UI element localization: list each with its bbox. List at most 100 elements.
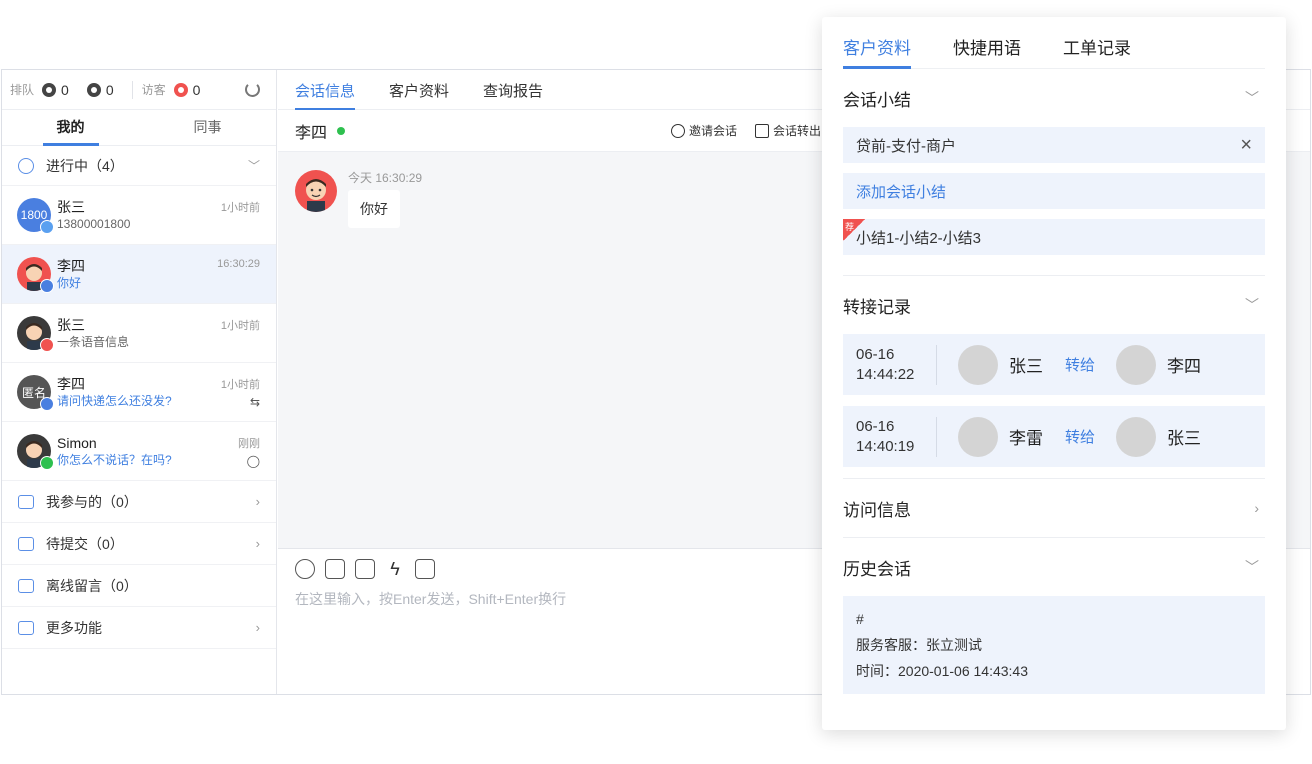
in-progress-header[interactable]: 进行中（4） ﹀ <box>2 146 276 186</box>
folder-icon[interactable] <box>355 559 375 579</box>
tab-panel-customer-profile[interactable]: 客户资料 <box>843 34 911 69</box>
conversation-item[interactable]: 匿名 李四 请问快递怎么还没发? 1小时前 ⇆ <box>2 363 276 422</box>
queue-call-count[interactable]: 0 <box>42 82 69 98</box>
online-status-icon <box>337 126 346 135</box>
transfer-timestamp: 06-16 14:40:19 <box>856 417 915 455</box>
menu-item-label: 待提交（0） <box>46 535 124 552</box>
tab-customer-profile[interactable]: 客户资料 <box>389 80 449 109</box>
transfer-to: 李四 <box>1167 357 1202 376</box>
avatar <box>958 344 998 385</box>
tab-mine[interactable]: 我的 <box>2 110 139 146</box>
history-card[interactable]: # 服务客服：张立测试 时间：2020-01-06 14:43:43 <box>843 596 1265 694</box>
message-body: 今天 16:30:29 你好 <box>348 170 422 228</box>
conversation-preview: 你怎么不说话？在吗? <box>57 453 172 467</box>
conversation-list: 1800 张三 13800001800 1小时前 李四 你好 16:30:29 张三 一条语音信… <box>2 186 276 481</box>
conversation-preview: 13800001800 <box>57 217 131 231</box>
conversation-tabs: 我的 同事 <box>2 110 276 146</box>
invite-session-button[interactable]: 邀请会话 <box>671 122 737 139</box>
conversation-info: Simon 你怎么不说话？在吗? <box>57 434 260 468</box>
menu-icon <box>18 494 34 509</box>
summary-header[interactable]: 会话小结 ﹀ <box>843 69 1265 127</box>
conversation-item[interactable]: Simon 你怎么不说话？在吗? 刚刚 ◯ <box>2 422 276 481</box>
divider <box>936 344 937 385</box>
avatar <box>1116 416 1157 457</box>
menu-item[interactable]: 我参与的（0） › <box>2 481 276 523</box>
emoji-icon[interactable] <box>295 559 315 579</box>
menu-item[interactable]: 待提交（0） › <box>2 523 276 565</box>
menu-icon <box>18 536 34 551</box>
history-title: 历史会话 <box>843 559 911 579</box>
channel-badge-icon <box>40 456 54 470</box>
menu-item-label: 更多功能 <box>46 619 102 636</box>
conversation-preview: 请问快递怎么还没发? <box>57 394 172 408</box>
summary-item-label: 贷前-支付-商户 <box>856 137 956 155</box>
avatar: 1800 <box>17 198 54 234</box>
menu-icon <box>18 620 34 635</box>
history-section: 历史会话 ﹀ # 服务客服：张立测试 时间：2020-01-06 14:43:4… <box>843 538 1265 694</box>
summary-title: 会话小结 <box>843 90 911 110</box>
visit-header[interactable]: 访问信息 › <box>843 479 1265 537</box>
tab-quick-phrases[interactable]: 快捷用语 <box>953 34 1021 68</box>
customer-profile-panel: 客户资料 快捷用语 工单记录 会话小结 ﹀ 贷前-支付-商户 × 添加会话小结 … <box>822 17 1286 730</box>
chevron-down-icon: ﹀ <box>1245 559 1259 575</box>
transfer-session-button[interactable]: 会话转出 <box>755 122 821 139</box>
contact-name: 李四 <box>295 124 328 142</box>
conversation-item[interactable]: 李四 你好 16:30:29 <box>2 245 276 304</box>
menu-icon <box>18 578 34 593</box>
tab-colleagues[interactable]: 同事 <box>139 110 276 145</box>
conversation-preview: 一条语音信息 <box>57 335 130 349</box>
menu-item[interactable]: 更多功能 › <box>2 607 276 649</box>
avatar: 匿名 <box>17 375 54 411</box>
recommended-summary-label: 小结1-小结2-小结3 <box>856 229 982 247</box>
visitor-count[interactable]: 0 <box>173 82 200 98</box>
chat-actions: 邀请会话 会话转出 <box>671 122 821 139</box>
message-bubble: 你好 <box>348 190 400 228</box>
channel-badge-icon <box>40 397 54 411</box>
transfer-to: 张三 <box>1167 429 1202 448</box>
chevron-down-icon: ﹀ <box>1245 297 1259 313</box>
conversation-preview: 你好 <box>57 276 82 290</box>
menu-item[interactable]: 离线留言（0） <box>2 565 276 607</box>
conversation-name: Simon <box>57 435 97 451</box>
transfer-header[interactable]: 转接记录 ﹀ <box>843 276 1265 334</box>
tab-ticket-records[interactable]: 工单记录 <box>1063 34 1131 68</box>
conversation-time: 16:30:29 <box>217 258 260 270</box>
lightning-icon[interactable]: ϟ <box>385 559 405 579</box>
phone-icon <box>42 82 57 97</box>
chevron-right-icon: › <box>1254 500 1259 516</box>
summary-section: 会话小结 ﹀ 贷前-支付-商户 × 添加会话小结 荐 小结1-小结2-小结3 <box>843 69 1265 276</box>
chevron-right-icon: › <box>255 494 260 509</box>
recommended-summary[interactable]: 荐 小结1-小结2-小结3 <box>843 219 1265 255</box>
transfer-record: 06-16 14:44:22 张三 转给 李四 <box>843 334 1265 395</box>
transfer-from: 李雷 <box>1009 429 1043 448</box>
arrow-circle-icon <box>671 123 685 138</box>
chat-icon <box>18 157 34 174</box>
transfer-from: 张三 <box>1009 357 1043 376</box>
conversation-time: 刚刚 <box>238 438 260 450</box>
history-header[interactable]: 历史会话 ﹀ <box>843 538 1265 596</box>
avatar <box>17 257 54 293</box>
history-id: # <box>856 611 864 627</box>
avatar <box>17 434 54 470</box>
queue-message-count[interactable]: 0 <box>86 82 114 98</box>
queue-bar: 排队 0 0 访客 0 <box>2 70 276 110</box>
conversation-time: 1小时前 <box>220 320 260 332</box>
tab-query-report[interactable]: 查询报告 <box>483 80 543 109</box>
recommend-badge: 荐 <box>843 219 865 241</box>
image-icon[interactable] <box>325 559 345 579</box>
chevron-down-icon: ﹀ <box>247 159 260 173</box>
close-icon[interactable]: × <box>1240 134 1252 157</box>
left-panel: 排队 0 0 访客 0 我的 同事 进行中（4） ﹀ 1800 张三 13800… <box>2 70 277 694</box>
conversation-item[interactable]: 1800 张三 13800001800 1小时前 <box>2 186 276 245</box>
channel-badge-icon <box>40 279 54 293</box>
divider <box>936 416 937 457</box>
avatar <box>958 416 998 457</box>
refresh-icon[interactable] <box>245 82 260 97</box>
menu-item-label: 我参与的（0） <box>46 493 138 510</box>
tab-session-info[interactable]: 会话信息 <box>295 80 356 110</box>
visitor-label: 访客 <box>141 83 166 97</box>
avatar <box>295 170 337 212</box>
add-summary-button[interactable]: 添加会话小结 <box>843 173 1265 209</box>
conversation-item[interactable]: 张三 一条语音信息 1小时前 <box>2 304 276 363</box>
star-icon[interactable] <box>415 559 435 579</box>
